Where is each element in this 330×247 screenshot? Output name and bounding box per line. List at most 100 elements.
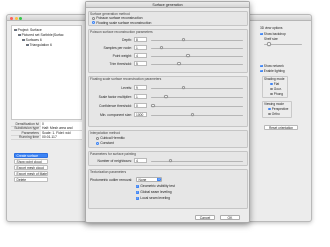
point-weight-slider-knob[interactable] [186, 53, 190, 58]
shading-gouraud-radio[interactable]: Gour. [270, 87, 282, 91]
shading-flat-radio[interactable]: Flat [270, 82, 279, 86]
radio-icon [270, 82, 273, 86]
show-backdrop-label: Show backdrop [263, 32, 286, 36]
checkbox-icon[interactable]: ✓ [26, 43, 29, 47]
tree-item[interactable]: ✓ Triangulation 6 [26, 43, 52, 47]
checkmark-icon: ✓ [136, 190, 139, 194]
scene-tree[interactable]: ✓ Project: Surface ✓ Pictured set Scribb… [11, 25, 82, 120]
depth-input[interactable]: 8 [134, 37, 147, 42]
checkbox-label: Geometric visibility test [140, 184, 175, 188]
poisson-radio[interactable]: Poisson surface reconstruction [92, 16, 143, 20]
property-table: Densification lvl 0 Subdivision type Hal… [11, 121, 82, 140]
create-surface-button[interactable]: Create surface [14, 153, 48, 158]
texturization-title: Texturization parameters [90, 170, 127, 174]
trim-threshold-input[interactable]: 5 [134, 61, 147, 66]
surface-generation-dialog: Surface generation Surface generation me… [85, 1, 250, 223]
checkbox-icon[interactable]: ✓ [14, 28, 17, 32]
property-name: Subdivision type [14, 126, 39, 131]
depth-slider[interactable] [151, 39, 243, 41]
scale-factor-input[interactable]: 1 [134, 94, 147, 99]
close-window-icon[interactable] [10, 16, 13, 20]
radio-label: Constant [100, 141, 114, 145]
property-value: 0 [41, 121, 82, 126]
cubical-hermitic-radio[interactable]: Cubical Hermitic [96, 136, 125, 140]
local-seam-checkbox[interactable]: ✓ Local seam leveling [136, 196, 170, 200]
viewing-mode-label: Viewing mode [264, 102, 284, 106]
delete-button[interactable]: Delete [14, 177, 48, 182]
radio-icon [270, 87, 273, 91]
levels-slider[interactable] [151, 87, 243, 89]
confidence-label: Confidence threshold: [99, 104, 132, 108]
tree-item-label: Project: Surface [17, 28, 42, 32]
checkbox-label: Global seam leveling [140, 190, 172, 194]
minimize-window-icon[interactable] [14, 16, 18, 20]
trim-threshold-label: Trim threshold: [109, 62, 132, 66]
export-mesh-materials-button[interactable]: Export mesh of Materials [14, 171, 48, 176]
trim-threshold-slider[interactable] [151, 63, 243, 65]
show-point-cloud-button[interactable]: Show point cloud [14, 159, 48, 164]
outlier-removal-select[interactable]: None ▾ [136, 177, 162, 182]
view-options-title: 3D view options [260, 26, 283, 30]
shelf-size-slider-knob[interactable] [267, 42, 271, 46]
viewing-ortho-radio[interactable]: Ortho [268, 112, 280, 116]
shading-option-label: Flat [273, 82, 280, 86]
tree-item[interactable]: ✓ Project: Surface [14, 28, 42, 32]
tree-item[interactable]: ✓ Pictured set Scribble(Surfac [18, 33, 64, 37]
chevron-down-icon: ▾ [157, 178, 161, 181]
property-name: Running time [19, 135, 39, 140]
scale-factor-label: Scale factor multiplier: [98, 95, 132, 99]
radio-label: Cubical Hermitic [100, 136, 125, 140]
zoom-window-icon[interactable] [19, 16, 22, 20]
min-component-input[interactable]: 1000 [134, 112, 147, 117]
constant-radio[interactable]: Constant [96, 141, 114, 145]
checkbox-icon[interactable]: ✓ [18, 33, 21, 37]
interpolation-title: Interpolation method [90, 131, 121, 135]
enable-lighting-checkbox[interactable]: ✓ Enable lighting [260, 69, 285, 73]
property-name: Densification lvl [15, 121, 39, 126]
checkmark-icon: ✓ [136, 184, 139, 188]
global-seam-checkbox[interactable]: ✓ Global seam leveling [136, 190, 172, 194]
radio-icon [270, 92, 273, 96]
show-network-checkbox[interactable]: ✓ Show network [260, 64, 284, 68]
property-value: Half: Mesh area and [41, 126, 82, 131]
shading-phong-radio[interactable]: Phong [270, 92, 283, 96]
viewing-perspective-radio[interactable]: Perspective [268, 107, 288, 111]
tree-item-label: Surfaces 6 [25, 38, 42, 42]
cancel-button[interactable]: Cancel [195, 215, 215, 220]
checkmark-icon: ✓ [136, 196, 139, 200]
texturization-group [88, 169, 248, 209]
levels-input[interactable]: 9 [134, 85, 147, 90]
confidence-input[interactable]: 0 [134, 103, 147, 108]
viewing-option-label: Perspective [271, 107, 289, 111]
point-weight-input[interactable]: 4 [134, 53, 147, 58]
radio-icon [92, 16, 95, 20]
samples-slider[interactable] [151, 47, 243, 49]
radio-icon [96, 136, 99, 140]
poisson-params-group [88, 29, 248, 73]
checkmark-icon: ✓ [260, 63, 263, 68]
confidence-slider-knob[interactable] [151, 103, 155, 108]
show-backdrop-checkbox[interactable]: ✓ Show backdrop [260, 32, 286, 36]
min-component-label: Min. component size: [99, 113, 132, 117]
confidence-slider[interactable] [151, 105, 243, 107]
ok-button[interactable]: OK [220, 215, 240, 220]
scale-factor-slider-knob[interactable] [164, 94, 168, 99]
geometric-visibility-checkbox[interactable]: ✓ Geometric visibility test [136, 184, 175, 188]
floating-scale-radio[interactable]: Floating scale surface reconstruction [92, 21, 151, 25]
min-component-slider[interactable] [151, 114, 243, 116]
dialog-title: Surface generation [86, 2, 249, 8]
floating-params-group [88, 76, 248, 127]
reset-orientation-button[interactable]: Reset orientation [264, 125, 298, 130]
point-weight-slider[interactable] [151, 55, 243, 57]
neighbours-input[interactable]: 4 [134, 158, 147, 163]
neighbours-slider[interactable] [151, 160, 243, 162]
generation-method-title: Surface generation method [90, 11, 130, 16]
radio-icon [268, 112, 271, 116]
export-mesh-cloud-button[interactable]: Export mesh cloud [14, 165, 48, 170]
tree-item[interactable]: ✓ Surfaces 6 [22, 38, 42, 42]
surface-painting-title: Parameters for surface painting [90, 152, 136, 156]
checkbox-icon[interactable]: ✓ [22, 38, 25, 42]
samples-input[interactable]: 1 [134, 45, 147, 50]
property-name: Parameters [21, 130, 39, 135]
shelf-size-label: Shelf size [264, 37, 278, 41]
